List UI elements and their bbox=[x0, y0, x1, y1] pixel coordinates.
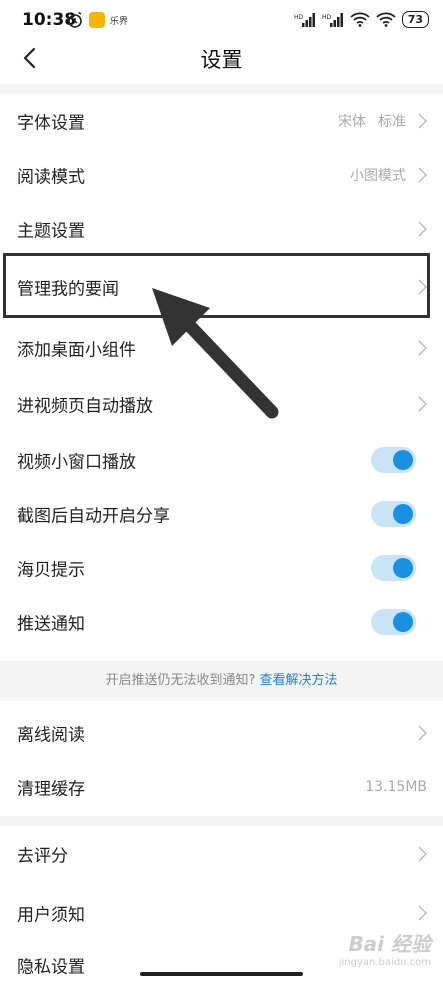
chevron-right-icon bbox=[418, 340, 427, 356]
battery-indicator: 73 bbox=[401, 11, 429, 28]
settings-row-haibei-tips: 海贝提示 bbox=[0, 541, 443, 595]
row-label: 海贝提示 bbox=[17, 560, 85, 581]
toggle-knob bbox=[393, 558, 413, 578]
highlight-box bbox=[3, 253, 430, 318]
font-size-value: 标准 bbox=[378, 114, 406, 130]
status-left-icons: 乐界 bbox=[66, 11, 128, 29]
status-bar: 10:38 乐界 HD HD 73 bbox=[0, 0, 443, 40]
settings-row-add-widget[interactable]: 添加桌面小组件 bbox=[0, 321, 443, 375]
alarm-icon bbox=[68, 11, 82, 28]
row-value bbox=[418, 905, 427, 921]
signal-icon: HD bbox=[294, 12, 315, 27]
push-help-link[interactable]: 查看解决方法 bbox=[259, 673, 337, 688]
status-right-icons: HD HD 73 bbox=[294, 11, 429, 28]
row-label: 截图后自动开启分享 bbox=[17, 506, 170, 527]
toggle-knob bbox=[393, 450, 413, 470]
chevron-right-icon bbox=[418, 221, 427, 237]
row-value bbox=[418, 340, 427, 356]
row-value bbox=[418, 221, 427, 237]
settings-row-video-pip: 视频小窗口播放 bbox=[0, 433, 443, 487]
row-value bbox=[418, 846, 427, 862]
row-label: 进视频页自动播放 bbox=[17, 396, 153, 417]
settings-row-rate[interactable]: 去评分 bbox=[0, 827, 443, 881]
video-pip-toggle[interactable] bbox=[371, 447, 416, 473]
push-notification-toggle[interactable] bbox=[371, 609, 416, 635]
push-hint-bar: 开启推送仍无法收到通知? 查看解决方法 bbox=[0, 661, 443, 701]
settings-row-reading-mode[interactable]: 阅读模式 小图模式 bbox=[0, 148, 443, 202]
chevron-right-icon bbox=[418, 905, 427, 921]
svg-text:HD: HD bbox=[294, 14, 304, 21]
watermark: Bai 经验 jingyan.baidu.com bbox=[339, 928, 431, 968]
app-notification-icon bbox=[89, 12, 105, 28]
row-value: 小图模式 bbox=[350, 165, 427, 185]
wifi-icon bbox=[350, 12, 370, 27]
row-label: 用户须知 bbox=[17, 905, 85, 926]
chevron-right-icon bbox=[418, 113, 427, 129]
push-hint-text: 开启推送仍无法收到通知? bbox=[105, 673, 256, 688]
row-value bbox=[418, 725, 427, 741]
toggle-knob bbox=[393, 612, 413, 632]
reading-mode-value: 小图模式 bbox=[350, 168, 406, 184]
notification-badge-text: 乐界 bbox=[110, 16, 129, 27]
cache-size-value: 13.15MB bbox=[365, 779, 427, 795]
row-label: 推送通知 bbox=[17, 614, 85, 635]
row-label: 字体设置 bbox=[17, 113, 85, 134]
screenshot-share-toggle[interactable] bbox=[371, 501, 416, 527]
row-label: 主题设置 bbox=[17, 221, 85, 242]
section-divider bbox=[0, 816, 443, 826]
chevron-right-icon bbox=[418, 846, 427, 862]
row-value: 13.15MB bbox=[365, 779, 427, 795]
svg-text:HD: HD bbox=[322, 14, 332, 21]
row-label: 视频小窗口播放 bbox=[17, 452, 136, 473]
settings-row-font[interactable]: 字体设置 宋体 标准 bbox=[0, 94, 443, 148]
row-label: 去评分 bbox=[17, 846, 68, 867]
home-indicator[interactable] bbox=[140, 972, 303, 976]
toggle-knob bbox=[393, 504, 413, 524]
haibei-tips-toggle[interactable] bbox=[371, 555, 416, 581]
wifi-icon-2 bbox=[376, 12, 396, 27]
chevron-right-icon bbox=[418, 396, 427, 412]
row-label: 阅读模式 bbox=[17, 167, 85, 188]
settings-row-clear-cache[interactable]: 清理缓存 13.15MB bbox=[0, 760, 443, 814]
font-family-value: 宋体 bbox=[338, 114, 366, 130]
row-value: 宋体 标准 bbox=[338, 111, 427, 131]
row-value bbox=[418, 396, 427, 412]
settings-row-screenshot-share: 截图后自动开启分享 bbox=[0, 487, 443, 541]
settings-row-push-notification: 推送通知 bbox=[0, 595, 443, 649]
settings-row-video-autoplay[interactable]: 进视频页自动播放 bbox=[0, 377, 443, 431]
chevron-right-icon bbox=[418, 725, 427, 741]
section-divider bbox=[0, 84, 443, 94]
settings-row-theme[interactable]: 主题设置 bbox=[0, 202, 443, 256]
watermark-sub: jingyan.baidu.com bbox=[338, 957, 431, 968]
watermark-main: Bai 经验 bbox=[348, 932, 431, 956]
header-bar: 设置 bbox=[0, 40, 443, 78]
row-label: 隐私设置 bbox=[17, 957, 85, 978]
signal-icon-2: HD bbox=[322, 12, 343, 27]
chevron-right-icon bbox=[418, 167, 427, 183]
page-title: 设置 bbox=[200, 48, 243, 72]
row-label: 添加桌面小组件 bbox=[17, 340, 136, 361]
row-label: 清理缓存 bbox=[17, 779, 85, 800]
settings-row-offline-reading[interactable]: 离线阅读 bbox=[0, 706, 443, 760]
row-label: 离线阅读 bbox=[17, 725, 85, 746]
